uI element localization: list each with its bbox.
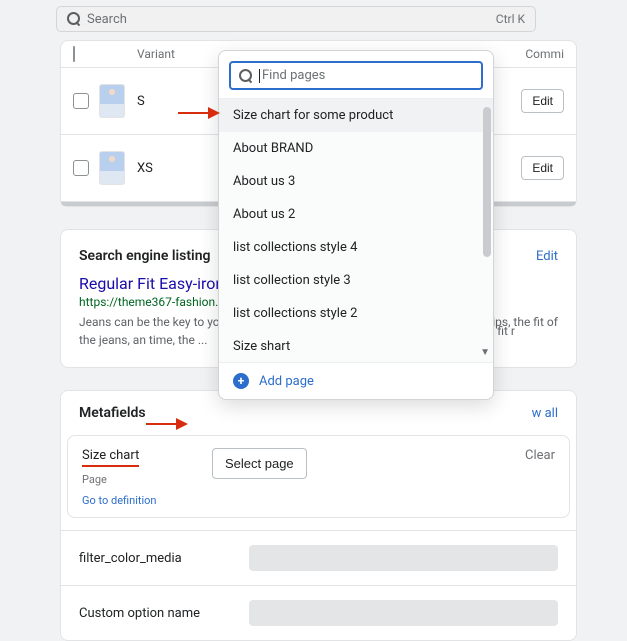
page-option[interactable]: Size shart [219, 330, 493, 362]
clear-link[interactable]: Clear [525, 448, 555, 463]
variant-thumbnail[interactable] [99, 151, 125, 185]
page-option[interactable]: About us 3 [219, 165, 493, 198]
metafield-size-chart-row: Size chart Page Go to definition Select … [67, 435, 570, 518]
scrollbar-vertical[interactable] [483, 107, 491, 257]
row-checkbox[interactable] [73, 93, 89, 109]
metafield-row: filter_color_media [61, 530, 576, 585]
metafield-label: filter_color_media [79, 551, 249, 566]
seo-heading: Search engine listing [79, 248, 210, 264]
metafields-heading: Metafields [79, 405, 146, 421]
seo-edit-link[interactable]: Edit [536, 249, 558, 264]
metafield-value-input[interactable] [249, 600, 558, 626]
row-checkbox[interactable] [73, 160, 89, 176]
page-option[interactable]: list collections style 4 [219, 231, 493, 264]
metafield-type: Page [82, 473, 212, 486]
variant-size-label: S [135, 94, 145, 109]
plus-icon: + [233, 373, 249, 389]
page-option[interactable]: About us 2 [219, 198, 493, 231]
page-option[interactable]: About BRAND [219, 132, 493, 165]
page-option[interactable]: Size chart for some product [219, 99, 493, 132]
variant-size-label: XS [135, 161, 153, 176]
metafields-card: Metafields w all Size chart Page Go to d… [60, 390, 577, 641]
commit-column-header: Commi [525, 47, 564, 61]
page-option[interactable]: list collections style 2 [219, 297, 493, 330]
page-option[interactable]: list collection style 3 [219, 264, 493, 297]
text-cursor [259, 69, 260, 83]
edit-variant-button[interactable]: Edit [521, 156, 564, 180]
page-list: Size chart for some product About BRAND … [219, 98, 493, 362]
edit-variant-button[interactable]: Edit [521, 89, 564, 113]
select-all-checkbox[interactable] [73, 46, 75, 62]
page-selector-popup: Find pages Size chart for some product A… [218, 50, 494, 400]
view-all-link[interactable]: w all [532, 406, 558, 421]
select-page-button[interactable]: Select page [212, 448, 307, 479]
metafield-label: Size chart [82, 448, 139, 467]
find-pages-input[interactable]: Find pages [229, 61, 483, 90]
find-pages-placeholder: Find pages [262, 68, 325, 83]
add-page-button[interactable]: + Add page [219, 362, 493, 399]
add-page-label: Add page [259, 374, 314, 389]
chevron-down-icon[interactable]: ▼ [480, 347, 490, 358]
go-to-definition-link[interactable]: Go to definition [82, 494, 212, 507]
metafield-row: Custom option name [61, 585, 576, 640]
search-icon [239, 69, 253, 83]
variant-thumbnail[interactable] [99, 84, 125, 118]
metafield-label: Custom option name [79, 606, 249, 621]
seo-truncated-text: e fit r [488, 322, 558, 340]
metafield-value-input[interactable] [249, 545, 558, 571]
